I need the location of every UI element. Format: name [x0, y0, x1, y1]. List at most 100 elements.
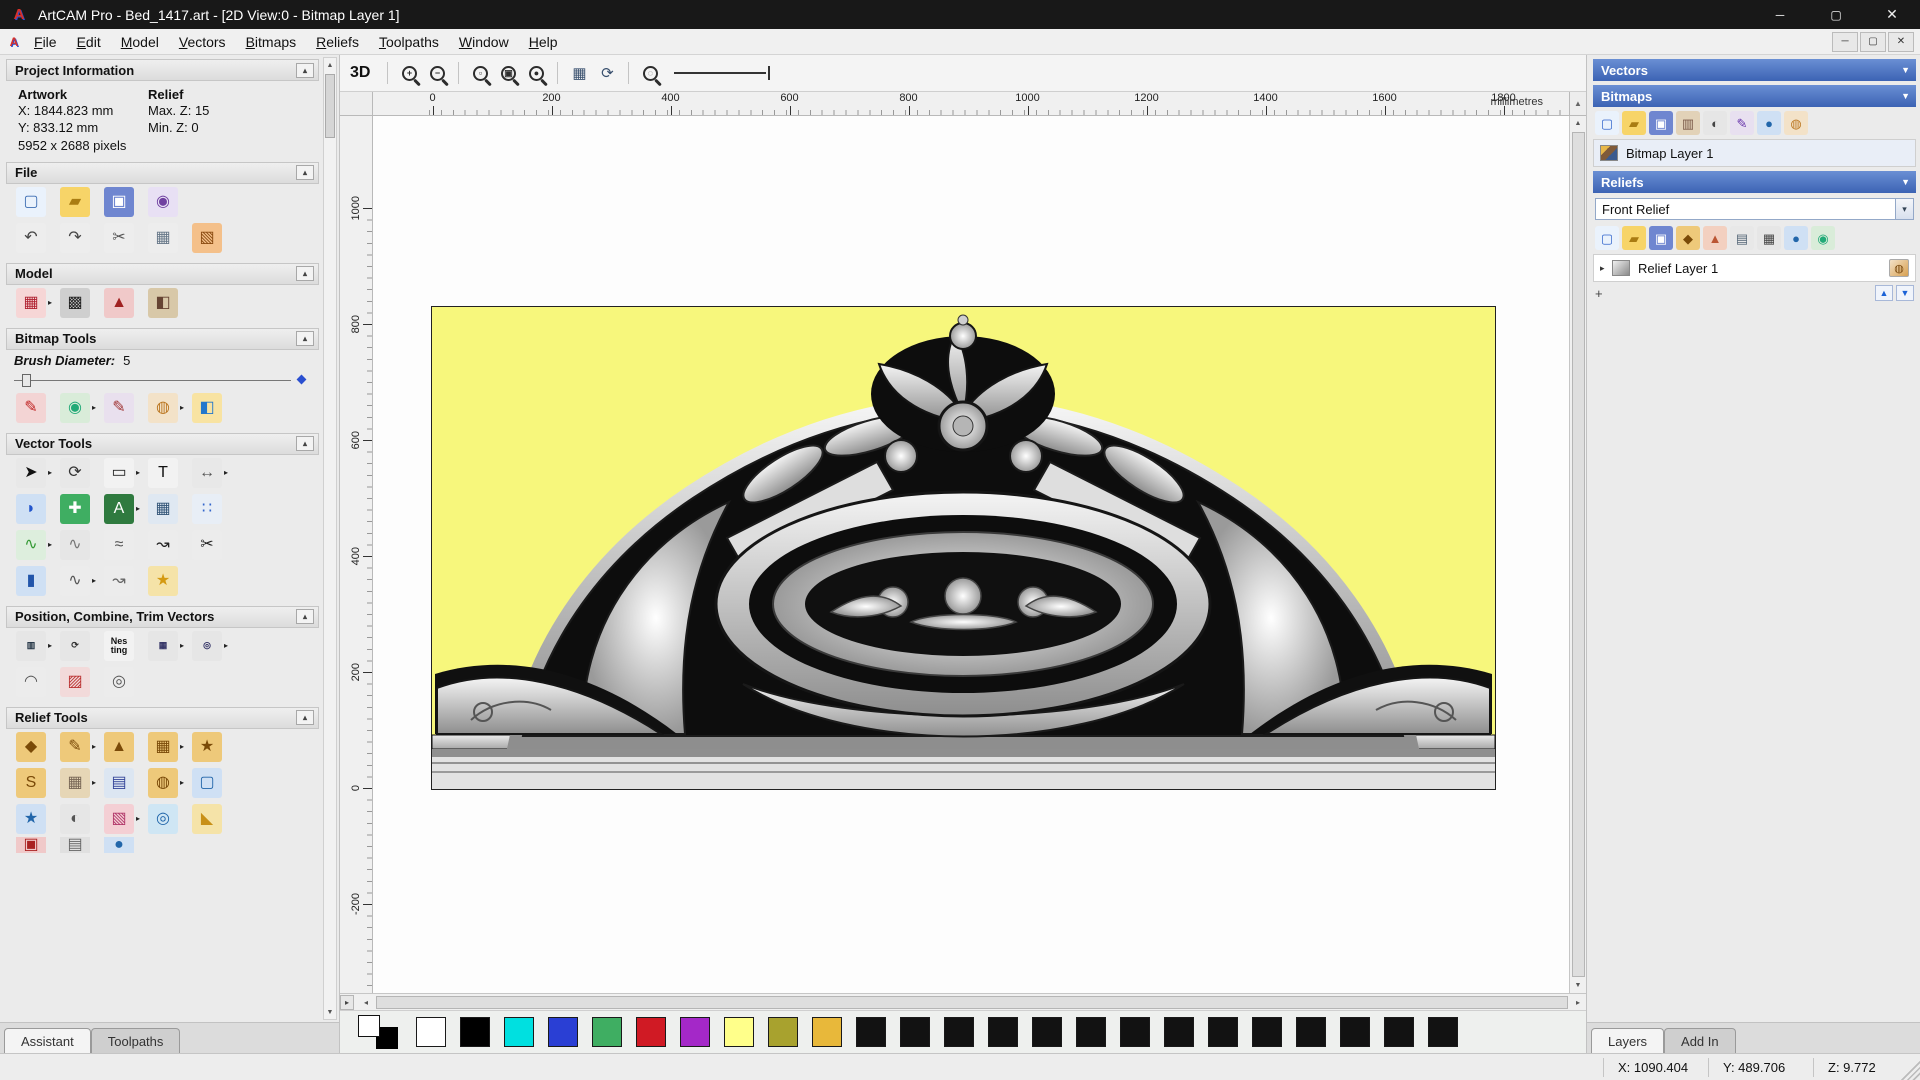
menu-item[interactable]: File [24, 31, 67, 53]
section-toggle-icon[interactable]: ▼ [1901, 177, 1910, 187]
rotate-copy-icon[interactable]: ◎ ▸ [192, 630, 230, 661]
slider-handle[interactable] [22, 373, 31, 387]
child-restore-button[interactable]: ▢ [1860, 31, 1886, 52]
scroll-up-icon[interactable]: ▲ [327, 58, 334, 72]
menu-item[interactable]: Bitmaps [236, 31, 307, 53]
save-bitmap-icon[interactable]: ▣ [1649, 111, 1673, 135]
vector-tools-header[interactable]: Vector Tools ▴ [6, 432, 319, 455]
bitmap-to-vector-icon[interactable]: ▥ [1676, 111, 1700, 135]
undo-icon[interactable]: ↶ [16, 222, 54, 253]
rollup-button[interactable]: ▴ [296, 609, 314, 625]
relief-extra-icon-3[interactable]: ● [104, 836, 142, 853]
airbrush-icon[interactable]: ◗ [16, 493, 54, 524]
resize-grip[interactable] [1898, 1054, 1920, 1080]
cut-icon[interactable]: ✂ [104, 222, 142, 253]
measure-icon[interactable]: ↔ ▸ [192, 457, 230, 488]
texture-relief-icon[interactable]: ▦ ▸ [148, 731, 186, 762]
rollup-button[interactable]: ▴ [296, 165, 314, 181]
import-model-icon[interactable]: ◉ [148, 186, 186, 217]
menu-item[interactable]: Model [111, 31, 169, 53]
weave-wizard-icon[interactable]: ▦ ▸ [60, 767, 98, 798]
spiral-icon[interactable]: ◎ [104, 666, 142, 697]
snap-grid-icon[interactable]: ▦ [565, 60, 593, 86]
palette-colour-swatch[interactable] [812, 1017, 842, 1047]
shape-editor-icon[interactable]: ▲ [104, 731, 142, 762]
save-model-icon[interactable]: ▣ [104, 186, 142, 217]
align-vectors-icon[interactable]: ▥ ▸ [16, 630, 54, 661]
image-properties-icon[interactable]: ◧ [148, 287, 186, 318]
create-polyline-icon[interactable]: ∿ ▸ [16, 529, 54, 560]
smooth-relief-layer-icon[interactable]: ◆ [1676, 226, 1700, 250]
toggle-3d-view-button[interactable]: 3D [350, 64, 370, 82]
bitmap-colours-icon[interactable]: ◍ [1784, 111, 1808, 135]
bezier-icon[interactable]: ↝ [104, 565, 142, 596]
relief-extra-icon-1[interactable]: ▣ [16, 836, 54, 853]
node-editing-icon[interactable]: ✚ [60, 493, 98, 524]
bitmap-layer-row[interactable]: Bitmap Layer 1 [1594, 140, 1915, 166]
bitmap-sphere-icon[interactable]: ● [1757, 111, 1781, 135]
bitmap-tools-header[interactable]: Bitmap Tools ▴ [6, 327, 319, 350]
rollup-button[interactable]: ▴ [296, 331, 314, 347]
zoom-window-icon[interactable]: ▫ [466, 60, 494, 86]
palette-colour-swatch[interactable] [1076, 1017, 1106, 1047]
star-wizard-icon[interactable]: ★ [148, 565, 186, 596]
trim-vectors-icon[interactable]: ✂ [192, 529, 230, 560]
relief-layer-colour-icon[interactable]: ◍ [1889, 259, 1909, 277]
palette-colour-swatch[interactable] [856, 1017, 886, 1047]
zoom-extents-icon[interactable]: ▣ [494, 60, 522, 86]
child-minimize-button[interactable]: ─ [1832, 31, 1858, 52]
twist-relief-icon[interactable]: ◎ [148, 803, 186, 834]
maximize-button[interactable]: ▢ [1808, 0, 1864, 29]
offset-relief-icon[interactable]: ▤ [104, 767, 142, 798]
palette-colour-swatch[interactable] [548, 1017, 578, 1047]
zoom-out-icon[interactable]: − [423, 60, 451, 86]
draw-icon[interactable]: ✎ [104, 392, 142, 423]
add-layer-button[interactable]: + [1595, 286, 1611, 301]
palette-colour-swatch[interactable] [680, 1017, 710, 1047]
sculpt-relief-icon[interactable]: ✎ ▸ [60, 731, 98, 762]
palette-colour-swatch[interactable] [1164, 1017, 1194, 1047]
menu-item[interactable]: Window [449, 31, 519, 53]
move-layer-down-button[interactable]: ▼ [1896, 285, 1914, 301]
greyscale-icon[interactable]: ◐ [1703, 111, 1727, 135]
vectors-section-header[interactable]: Vectors ▼ [1593, 59, 1916, 81]
palette-colour-swatch[interactable] [900, 1017, 930, 1047]
palette-colour-swatch[interactable] [636, 1017, 666, 1047]
smooth-relief-icon[interactable]: ◆ [16, 731, 54, 762]
relief-layer-row[interactable]: ▸ Relief Layer 1 ◍ [1594, 255, 1915, 281]
relief-preview-icon[interactable]: ◉ [1811, 226, 1835, 250]
transform-vectors-icon[interactable]: ⟳ [60, 457, 98, 488]
arrow-polyline-icon[interactable]: ↝ [148, 529, 186, 560]
reliefs-section-header[interactable]: Reliefs ▼ [1593, 171, 1916, 193]
paste-along-curve-icon[interactable]: ∷ [192, 493, 230, 524]
palette-colour-swatch[interactable] [724, 1017, 754, 1047]
relief-select-combo[interactable]: Front Relief ▾ [1595, 198, 1914, 220]
relief-extra-icon-2[interactable]: ▤ [60, 836, 98, 853]
create-rectangle-icon[interactable]: ▭ ▸ [104, 457, 142, 488]
colour-palette-icon[interactable]: ◍ ▸ [148, 392, 186, 423]
relief-wizard-icon[interactable]: ★ [192, 731, 230, 762]
adjust-model-icon[interactable]: ▩ [60, 287, 98, 318]
project-information-header[interactable]: Project Information ▴ [6, 59, 319, 81]
spin-copy-icon[interactable]: ⟳ [60, 630, 98, 661]
minimize-button[interactable]: ─ [1752, 0, 1808, 29]
scrollbar-thumb[interactable] [376, 995, 1568, 1009]
palette-colour-swatch[interactable] [1120, 1017, 1150, 1047]
palette-colour-swatch[interactable] [504, 1017, 534, 1047]
edit-bitmap-icon[interactable]: ✎ [1730, 111, 1754, 135]
close-button[interactable]: ✕ [1864, 0, 1920, 29]
palette-colour-swatch[interactable] [1252, 1017, 1282, 1047]
file-header[interactable]: File ▴ [6, 161, 319, 184]
two-rail-sweep-icon[interactable]: S [16, 767, 54, 798]
move-layer-up-button[interactable]: ▲ [1875, 285, 1893, 301]
wrap-relief-icon[interactable]: ◐ [60, 803, 98, 834]
primary-colour-swatch[interactable] [358, 1015, 380, 1037]
canvas-vertical-scrollbar[interactable]: ▲ ▼ [1569, 116, 1586, 993]
zoom-in-icon[interactable]: + [395, 60, 423, 86]
smooth-polyline-icon[interactable]: ∿ [60, 529, 98, 560]
rollup-button[interactable]: ▴ [296, 436, 314, 452]
save-relief-icon[interactable]: ▣ [1649, 226, 1673, 250]
zoom-previous-icon[interactable]: ◌ [636, 60, 664, 86]
relief-pyramid-icon[interactable]: ▲ [1703, 226, 1727, 250]
bitmaps-section-header[interactable]: Bitmaps ▼ [1593, 85, 1916, 107]
